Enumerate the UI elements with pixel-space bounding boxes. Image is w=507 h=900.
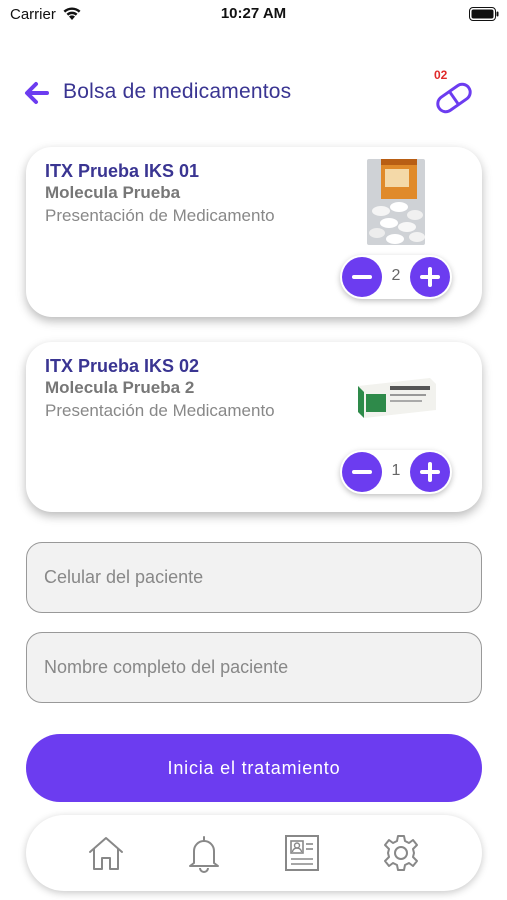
plus-icon-vertical [428, 267, 432, 287]
nav-settings[interactable] [381, 833, 421, 873]
patient-phone-input[interactable] [26, 542, 482, 613]
clock: 10:27 AM [220, 5, 287, 22]
pills-bottle-photo [367, 159, 425, 245]
nav-profile[interactable] [282, 833, 322, 873]
page-title: Bolsa de medicamentos [63, 80, 292, 103]
medication-name: ITX Prueba IKS 01 [45, 161, 200, 181]
decrease-quantity-button[interactable] [342, 257, 382, 297]
patient-name-input[interactable] [26, 632, 482, 703]
medication-molecule: Molecula Prueba 2 [45, 378, 195, 397]
medication-image [367, 159, 425, 245]
bottom-nav [26, 815, 482, 891]
medication-presentation: Presentación de Medicamento [45, 401, 275, 420]
bell-icon [189, 836, 219, 873]
medication-bag-button[interactable]: 02 [428, 66, 478, 114]
pill-capsule-icon [436, 82, 472, 114]
back-button[interactable] [24, 81, 50, 105]
medication-image [352, 372, 438, 420]
header: Bolsa de medicamentos 02 [0, 66, 507, 120]
medication-card: ITX Prueba IKS 01 Molecula Prueba Presen… [26, 147, 482, 317]
quantity-value: 2 [391, 267, 401, 284]
profile-card-icon [285, 835, 319, 871]
quantity-stepper: 1 [340, 450, 452, 494]
gear-icon [384, 835, 418, 871]
increase-quantity-button[interactable] [410, 452, 450, 492]
minus-icon [352, 470, 372, 474]
nav-home[interactable] [86, 833, 126, 873]
medicine-box-photo [352, 372, 438, 420]
status-bar: Carrier 10:27 AM [0, 0, 507, 28]
nav-notifications[interactable] [184, 833, 224, 873]
decrease-quantity-button[interactable] [342, 452, 382, 492]
quantity-value: 1 [391, 462, 401, 479]
battery-icon [469, 7, 499, 21]
medication-card: ITX Prueba IKS 02 Molecula Prueba 2 Pres… [26, 342, 482, 512]
medication-name: ITX Prueba IKS 02 [45, 356, 200, 376]
start-treatment-button[interactable]: Inicia el tratamiento [26, 734, 482, 802]
increase-quantity-button[interactable] [410, 257, 450, 297]
minus-icon [352, 275, 372, 279]
medication-presentation: Presentación de Medicamento [45, 206, 275, 225]
quantity-stepper: 2 [340, 255, 452, 299]
medication-molecule: Molecula Prueba [45, 183, 181, 202]
plus-icon-vertical [428, 462, 432, 482]
home-icon [89, 837, 123, 870]
arrow-left-icon [25, 82, 49, 104]
